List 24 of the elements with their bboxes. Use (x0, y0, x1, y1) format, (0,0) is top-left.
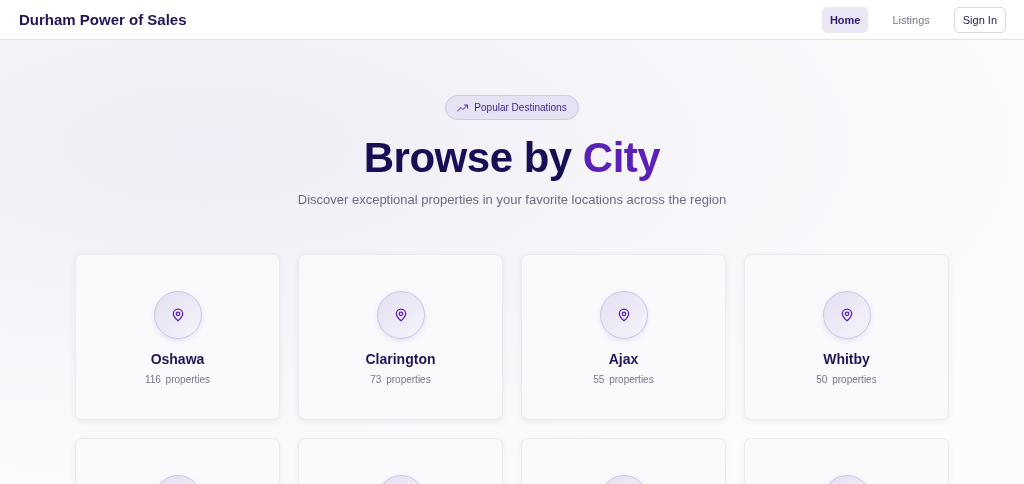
property-count: 116 properties (144, 374, 211, 385)
city-name: Ajax (608, 351, 639, 367)
city-card[interactable]: Clarington 73 properties (298, 254, 503, 420)
city-name: Clarington (365, 351, 436, 367)
city-card[interactable]: Ajax 55 properties (521, 254, 726, 420)
page-heading: Browse by City (363, 134, 661, 182)
city-card[interactable]: Whitby 50 properties (744, 254, 949, 420)
site-brand[interactable]: Durham Power of Sales (19, 11, 822, 28)
location-pin-icon (170, 307, 185, 323)
property-count: 50 properties (816, 374, 877, 385)
location-pin-icon (839, 307, 854, 323)
location-pin-icon (616, 307, 631, 323)
page-subtitle: Discover exceptional properties in your favorite locations across the region (297, 192, 727, 207)
location-pin-icon (393, 307, 408, 323)
nav-link[interactable]: Listings (884, 6, 938, 33)
city-name: Whitby (823, 351, 870, 367)
city-card[interactable]: Oshawa 116 properties (75, 254, 280, 420)
trending-up-icon (457, 103, 469, 112)
nav-link[interactable]: Home (821, 6, 869, 33)
badge-label: Popular Destinations (474, 102, 567, 113)
sign-in-button[interactable]: Sign In (953, 6, 1006, 33)
property-count: 55 properties (593, 374, 654, 385)
property-count: 73 properties (370, 374, 431, 385)
city-name: Oshawa (150, 351, 205, 367)
